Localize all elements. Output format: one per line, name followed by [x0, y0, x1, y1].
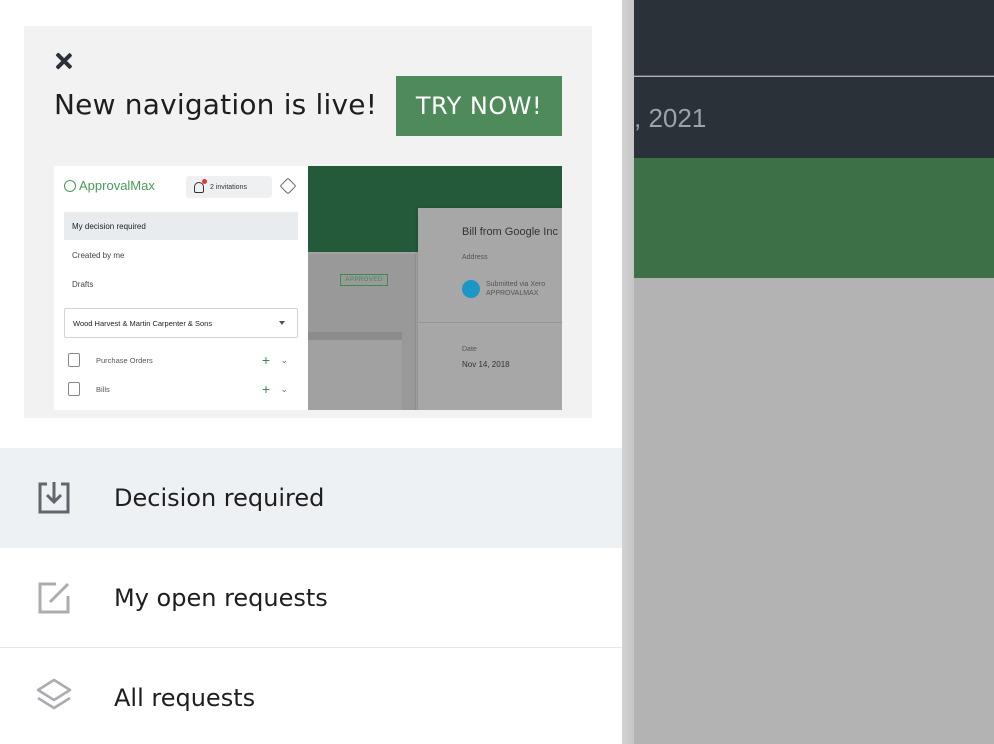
preview-logo: ApprovalMax: [64, 178, 155, 193]
preview-invitations: 2 invitations: [186, 176, 272, 198]
chevron-down-icon: ⌄: [280, 354, 288, 365]
nav-list: Decision required My open requests All r…: [0, 448, 622, 744]
preview-card-title: Bill from Google Inc: [462, 226, 558, 238]
preview-card-date-label: Date: [462, 346, 477, 353]
document-icon: [68, 353, 80, 367]
preview-list-divider: [308, 332, 402, 340]
plus-icon: +: [261, 352, 270, 368]
promo-preview-image: ApprovalMax 2 invitations My decision re…: [54, 166, 562, 410]
preview-item-decision: My decision required: [64, 212, 298, 240]
inbox-download-icon: [38, 482, 70, 514]
nav-item-label: Decision required: [114, 484, 325, 512]
chevron-down-icon: [279, 321, 285, 325]
preview-section-po-text: Purchase Orders: [96, 355, 153, 365]
preview-item-created: Created by me: [72, 250, 125, 260]
edit-square-icon: [38, 582, 70, 614]
preview-card-submitted-text: Submitted via Xero: [486, 281, 546, 288]
nav-item-label: My open requests: [114, 583, 328, 612]
drawer-shadow: [622, 0, 634, 744]
preview-detail-card: Bill from Google Inc Address Submitted v…: [418, 208, 562, 410]
layers-icon: [36, 678, 72, 710]
background-date-text: , 2021: [634, 103, 707, 133]
preview-card-submitted: Submitted via Xero APPROVALMAX: [486, 280, 545, 298]
check-circle-icon: [64, 179, 76, 192]
nav-item-decision-required[interactable]: Decision required: [0, 448, 622, 548]
preview-sidebar: ApprovalMax 2 invitations My decision re…: [54, 166, 308, 410]
preview-org-select-text: Wood Harvest & Martin Carpenter & Sons: [73, 318, 213, 328]
document-icon: [68, 382, 80, 396]
promo-title: New navigation is live!: [54, 88, 378, 121]
promo-banner: New navigation is live! TRY NOW! Approva…: [24, 26, 592, 418]
plus-icon: +: [261, 381, 270, 397]
try-now-button[interactable]: TRY NOW!: [396, 76, 562, 136]
bell-icon: [194, 178, 207, 193]
nav-item-label: All requests: [114, 683, 256, 712]
avatar: [462, 280, 480, 298]
preview-card-divider: [418, 322, 562, 323]
preview-invitations-text: 2 invitations: [210, 183, 247, 191]
preview-card-date-value: Nov 14, 2018: [462, 360, 510, 369]
preview-org-select: Wood Harvest & Martin Carpenter & Sons: [64, 308, 298, 338]
preview-section-bills: Bills + ⌄: [68, 378, 298, 400]
background-top-bar: [622, 0, 994, 76]
preview-section-po: Purchase Orders + ⌄: [68, 349, 298, 371]
preview-section-bills-text: Bills: [96, 384, 110, 394]
preview-card-address-label: Address: [462, 254, 488, 261]
background-app: , 2021: [622, 0, 994, 744]
pin-icon: [279, 177, 297, 195]
background-date-bar: , 2021: [622, 77, 994, 158]
navigation-drawer: New navigation is live! TRY NOW! Approva…: [0, 0, 622, 744]
preview-card-submitted-org: APPROVALMAX: [486, 290, 539, 298]
nav-item-all-requests[interactable]: All requests: [0, 648, 622, 744]
close-icon[interactable]: [52, 50, 74, 72]
preview-list-row: [308, 340, 402, 410]
background-green-banner: [622, 158, 994, 278]
chevron-down-icon: ⌄: [280, 383, 288, 394]
preview-item-drafts: Drafts: [72, 279, 94, 289]
preview-logo-text: ApprovalMax: [79, 178, 155, 193]
nav-item-my-open-requests[interactable]: My open requests: [0, 548, 622, 648]
preview-status-badge: APPROVED: [340, 274, 388, 286]
preview-content: APPROVED Bill from Google Inc Address Su…: [308, 166, 562, 410]
